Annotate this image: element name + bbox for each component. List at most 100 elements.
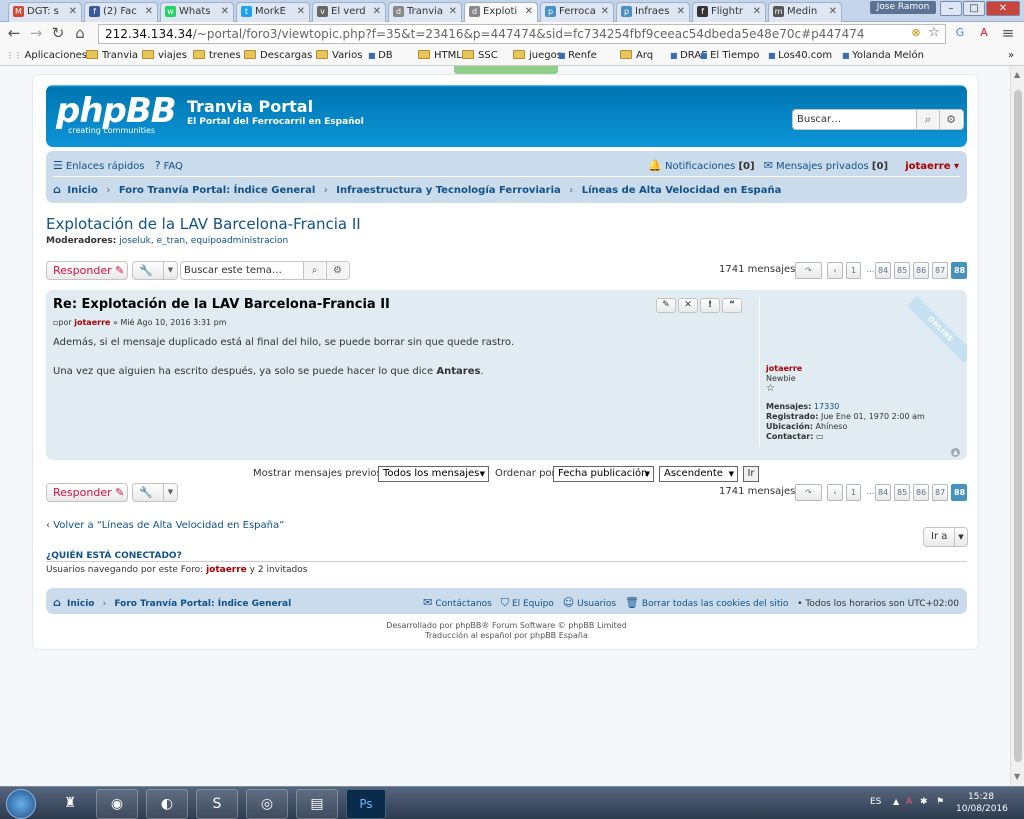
header-search-input[interactable]: Buscar… bbox=[797, 114, 841, 125]
post-author-link[interactable]: jotaerre bbox=[74, 318, 110, 327]
jump-to-page-icon[interactable]: ↷ bbox=[795, 262, 822, 279]
page-86-button[interactable]: 86 bbox=[913, 262, 929, 279]
browser-tab[interactable]: f Flightr ✕ bbox=[692, 2, 766, 22]
reply-button[interactable]: Responder ✎ bbox=[46, 261, 128, 280]
jump-to-page-icon[interactable]: ↷ bbox=[795, 484, 822, 501]
page-87-button[interactable]: 87 bbox=[932, 484, 948, 501]
bookmark-item[interactable]: Tranvia bbox=[86, 49, 138, 63]
bookmark-item[interactable]: SSC bbox=[462, 49, 498, 63]
translation-credit[interactable]: Traducción al español por phpBB España bbox=[33, 631, 980, 641]
translate-extension-icon[interactable]: G bbox=[952, 25, 968, 41]
sort-by-select[interactable]: Fecha publicación ▼ bbox=[553, 466, 654, 482]
gear-icon[interactable]: ⚙ bbox=[326, 262, 348, 279]
profile-post-count[interactable]: 17330 bbox=[814, 402, 839, 411]
page-86-button[interactable]: 86 bbox=[913, 484, 929, 501]
browser-tab[interactable]: p Infraes ✕ bbox=[616, 2, 690, 22]
chrome-icon[interactable]: ◉ bbox=[96, 789, 138, 819]
sort-direction-select[interactable]: Ascendente ▼ bbox=[659, 466, 738, 482]
pdf-extension-icon[interactable]: A bbox=[976, 25, 992, 41]
page-1-button[interactable]: 1 bbox=[846, 484, 861, 501]
browser-tab[interactable]: w Whats ✕ bbox=[160, 2, 234, 22]
app-figure-icon[interactable]: ♜ bbox=[52, 789, 88, 819]
online-user-link[interactable]: jotaerre bbox=[206, 565, 247, 575]
bookmark-item[interactable]: trenes bbox=[193, 49, 241, 63]
page-84-button[interactable]: 84 bbox=[875, 484, 891, 501]
footer-index-link[interactable]: Foro Tranvía Portal: Índice General bbox=[114, 599, 291, 609]
tab-close-icon[interactable]: ✕ bbox=[601, 3, 609, 21]
footer-delete-cookies-link[interactable]: 🗑 Borrar todas las cookies del sitio bbox=[625, 596, 788, 609]
scroll-up-icon[interactable]: ▲ bbox=[1014, 70, 1020, 79]
breadcrumb-home[interactable]: Inicio bbox=[67, 185, 98, 196]
tab-close-icon[interactable]: ✕ bbox=[297, 3, 305, 21]
phpbb-logo[interactable]: phpBB creating communities bbox=[56, 93, 177, 135]
powered-by[interactable]: Desarrollado por phpBB® Forum Software ©… bbox=[33, 621, 980, 631]
reload-icon[interactable]: ↻ bbox=[50, 25, 66, 41]
tab-close-icon[interactable]: ✕ bbox=[753, 3, 761, 21]
file-explorer-icon[interactable]: ▤ bbox=[296, 789, 338, 819]
browser-tab[interactable]: f (2) Fac ✕ bbox=[84, 2, 158, 22]
report-icon[interactable]: ! bbox=[700, 298, 720, 313]
contact-bubble-icon[interactable]: ▭ bbox=[816, 432, 824, 441]
bookmark-item[interactable]: ■ DB bbox=[368, 49, 393, 63]
tab-close-icon[interactable]: ✕ bbox=[69, 3, 77, 21]
delete-icon[interactable]: ✕ bbox=[678, 298, 698, 313]
post-title[interactable]: Re: Explotación de la LAV Barcelona-Fran… bbox=[53, 297, 390, 312]
bookmark-item[interactable]: Arq bbox=[620, 49, 653, 63]
page-84-button[interactable]: 84 bbox=[875, 262, 891, 279]
more-bookmarks-icon[interactable]: » bbox=[1008, 49, 1014, 63]
tray-network-icon[interactable]: ✱ bbox=[920, 797, 928, 807]
browser-tab[interactable]: t MorkE ✕ bbox=[236, 2, 310, 22]
forward-arrow-icon[interactable]: → bbox=[28, 25, 44, 41]
bookmark-item[interactable]: Descargas bbox=[244, 49, 312, 63]
bookmark-item[interactable]: ⋮⋮ Aplicaciones bbox=[6, 49, 87, 63]
current-page-button[interactable]: 88 bbox=[951, 262, 967, 279]
quote-icon[interactable]: “ bbox=[722, 298, 742, 313]
browser-tab[interactable]: M DGT: s ✕ bbox=[8, 2, 82, 22]
home-icon[interactable]: ⌂ bbox=[72, 25, 88, 41]
bookmark-item[interactable]: HTML bbox=[418, 49, 462, 63]
scroll-down-icon[interactable]: ▼ bbox=[1014, 772, 1020, 781]
tab-close-icon[interactable]: ✕ bbox=[677, 3, 685, 21]
topic-tools-button-bottom[interactable]: 🔧 ▼ bbox=[132, 483, 178, 502]
breadcrumb-category[interactable]: Infraestructura y Tecnología Ferroviaria bbox=[336, 185, 560, 196]
bookmark-item[interactable]: ■ Los40.com bbox=[768, 49, 832, 63]
back-arrow-icon[interactable]: ← bbox=[6, 25, 22, 41]
previous-page-button[interactable]: ‹ bbox=[827, 484, 843, 501]
user-menu[interactable]: jotaerre ▾ bbox=[905, 161, 959, 172]
tray-acrobat-icon[interactable]: A bbox=[906, 797, 912, 807]
browser-tab[interactable]: p Ferroca ✕ bbox=[540, 2, 614, 22]
faq-link[interactable]: ? FAQ bbox=[155, 159, 183, 172]
app-spiral-icon[interactable]: ◐ bbox=[146, 789, 188, 819]
bookmark-item[interactable]: ■ Yolanda Melón bbox=[842, 49, 924, 63]
start-button[interactable] bbox=[6, 789, 36, 819]
footer-home-link[interactable]: Inicio bbox=[67, 599, 94, 609]
bookmark-item[interactable]: ■ Renfe bbox=[558, 49, 597, 63]
footer-team-link[interactable]: ⛉ El Equipo bbox=[501, 596, 554, 609]
profile-user-label[interactable]: Jose Ramon bbox=[870, 1, 936, 14]
system-clock[interactable]: 15:28 10/08/2016 bbox=[956, 791, 1008, 815]
notifications-link[interactable]: 🔔 Notificaciones [0] bbox=[648, 159, 754, 172]
footer-users-link[interactable]: ☺ Usuarios bbox=[563, 596, 616, 609]
tray-flag-icon[interactable]: ⚑ bbox=[936, 797, 944, 807]
reply-button-bottom[interactable]: Responder ✎ bbox=[46, 483, 128, 502]
gear-icon[interactable]: ⚙ bbox=[939, 110, 962, 129]
show-posts-select[interactable]: Todos los mensajes ▼ bbox=[378, 466, 489, 482]
search-icon[interactable]: ⌕ bbox=[303, 262, 325, 279]
vertical-scrollbar[interactable]: ▲ ▼ bbox=[1010, 66, 1024, 786]
quick-links-menu[interactable]: ☰ Enlaces rápidos bbox=[53, 159, 145, 172]
photoshop-icon[interactable]: Ps bbox=[346, 789, 386, 819]
page-85-button[interactable]: 85 bbox=[894, 262, 910, 279]
jump-to-select[interactable]: Ir a ▼ bbox=[923, 527, 968, 547]
topic-title[interactable]: Explotación de la LAV Barcelona-Francia … bbox=[46, 215, 361, 233]
maximize-button[interactable]: □ bbox=[963, 1, 985, 16]
breadcrumb-forum[interactable]: Líneas de Alta Velocidad en España bbox=[582, 185, 782, 196]
topic-tools-button[interactable]: 🔧 ▼ bbox=[132, 261, 178, 280]
bookmark-star-icon[interactable]: ☆ bbox=[926, 25, 942, 41]
bookmark-item[interactable]: ■ El Tiempo bbox=[700, 49, 759, 63]
current-page-button[interactable]: 88 bbox=[951, 484, 967, 501]
minimize-button[interactable]: – bbox=[940, 1, 962, 16]
browser-tab[interactable]: d Tranvia ✕ bbox=[388, 2, 462, 22]
page-1-button[interactable]: 1 bbox=[846, 262, 861, 279]
breadcrumb-index[interactable]: Foro Tranvía Portal: Índice General bbox=[119, 185, 315, 196]
search-icon[interactable]: ⌕ bbox=[916, 110, 939, 129]
